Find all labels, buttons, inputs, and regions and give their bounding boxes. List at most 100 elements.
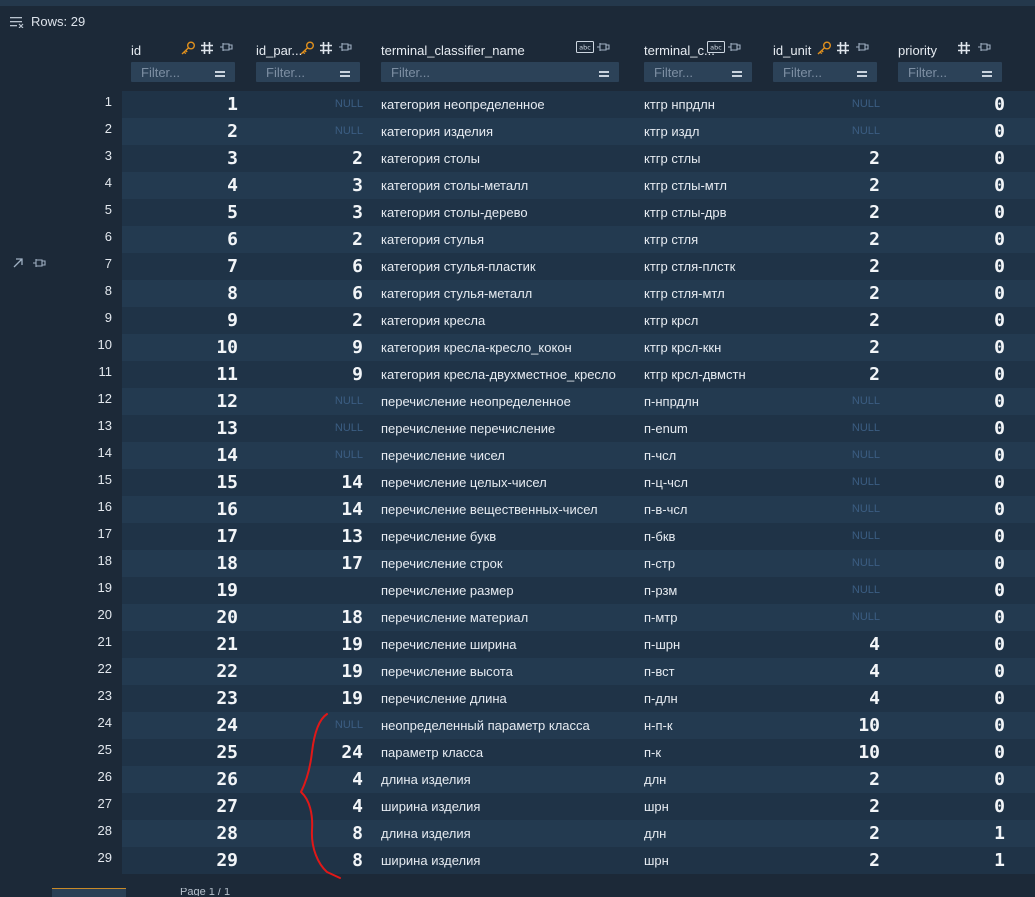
cell-id_parent[interactable]: 6 (247, 280, 363, 307)
column-header-priority[interactable]: priority Filter... (889, 36, 1013, 90)
cell-id_parent[interactable]: 2 (247, 307, 363, 334)
key-icon[interactable] (816, 41, 832, 57)
table-row[interactable]: 12 NULL перечисление неопределенное п-нпрдл… (122, 388, 1035, 415)
table-row[interactable]: 17 13 перечисление букв п-бкв NULL 0 (122, 523, 1035, 550)
row-number[interactable]: 2 (0, 121, 112, 136)
table-row[interactable]: 1 NULL категория неопределенное ктгр нпрдлн… (122, 91, 1035, 118)
cell-id_parent[interactable]: 3 (247, 199, 363, 226)
cell-priority[interactable]: 0 (889, 226, 1005, 253)
cell-priority[interactable]: 0 (889, 415, 1005, 442)
cell-id[interactable]: 23 (122, 685, 238, 712)
cell-id_unit[interactable]: 2 (764, 334, 880, 361)
row-number[interactable]: 1 (0, 94, 112, 109)
table-row[interactable]: 3 2 категория столы ктгр стлы 2 0 (122, 145, 1035, 172)
table-row[interactable]: 16 14 перечисление вещественных-чисел п-в-ч… (122, 496, 1035, 523)
cell-id_unit[interactable]: 2 (764, 361, 880, 388)
cell-id[interactable]: 21 (122, 631, 238, 658)
cell-id[interactable]: 29 (122, 847, 238, 874)
cell-priority[interactable]: 0 (889, 631, 1005, 658)
cell-id_parent[interactable]: NULL (247, 118, 363, 145)
cell-code[interactable]: ктгр стля (644, 226, 762, 253)
row-number[interactable]: 17 (0, 526, 112, 541)
cell-code[interactable]: шрн (644, 793, 762, 820)
cell-priority[interactable]: 1 (889, 820, 1005, 847)
cell-id_parent[interactable]: 13 (247, 523, 363, 550)
cell-id_unit[interactable]: NULL (764, 496, 880, 523)
pin-icon[interactable] (855, 41, 869, 57)
cell-id[interactable]: 28 (122, 820, 238, 847)
cell-id[interactable]: 2 (122, 118, 238, 145)
row-number[interactable]: 11 (0, 364, 113, 379)
cell-id_unit[interactable]: NULL (764, 523, 880, 550)
table-row[interactable]: 7 6 категория стулья-пластик ктгр стля-плст… (122, 253, 1035, 280)
column-header-id[interactable]: id Filter... (122, 36, 246, 90)
cell-code[interactable]: ктгр крсл (644, 307, 762, 334)
cell-id_unit[interactable]: NULL (764, 415, 880, 442)
table-row[interactable]: 5 3 категория столы-дерево ктгр стлы-дрв 2 0 (122, 199, 1035, 226)
column-title[interactable]: id_par... (256, 43, 302, 58)
row-number[interactable]: 19 (0, 580, 112, 595)
cell-id_parent[interactable]: NULL (247, 442, 363, 469)
filter-input-id_unit[interactable]: Filter... (773, 62, 877, 82)
row-number[interactable]: 3 (0, 148, 112, 163)
row-number[interactable]: 16 (0, 499, 112, 514)
table-row[interactable]: 15 14 перечисление целых-чисел п-ц-чсл NULL 0 (122, 469, 1035, 496)
cell-id_parent[interactable]: 3 (247, 172, 363, 199)
row-number[interactable]: 8 (0, 283, 112, 298)
row-number[interactable]: 18 (0, 553, 112, 568)
cell-priority[interactable]: 0 (889, 253, 1005, 280)
column-header-id_parent[interactable]: id_par... Filter... (247, 36, 371, 90)
hash-icon[interactable] (319, 41, 333, 57)
cell-name[interactable]: категория стулья-пластик (381, 253, 633, 280)
cell-id_parent[interactable]: NULL (247, 712, 363, 739)
cell-id_parent[interactable]: 14 (247, 469, 363, 496)
table-row[interactable]: 28 8 длина изделия длн 2 1 (122, 820, 1035, 847)
cell-name[interactable]: длина изделия (381, 820, 633, 847)
row-number[interactable]: 4 (0, 175, 112, 190)
filter-menu-icon[interactable] (857, 71, 867, 77)
cell-id_parent[interactable]: 4 (247, 766, 363, 793)
cell-id[interactable]: 5 (122, 199, 238, 226)
table-row[interactable]: 22 19 перечисление высота п-вст 4 0 (122, 658, 1035, 685)
filter-input-id_parent[interactable]: Filter... (256, 62, 360, 82)
table-row[interactable]: 29 8 ширина изделия шрн 2 1 (122, 847, 1035, 874)
row-number[interactable]: 9 (0, 310, 112, 325)
cell-code[interactable]: п-длн (644, 685, 762, 712)
table-row[interactable]: 8 6 категория стулья-металл ктгр стля-мтл 2 0 (122, 280, 1035, 307)
cell-code[interactable]: п-шрн (644, 631, 762, 658)
cell-id[interactable]: 26 (122, 766, 238, 793)
cell-name[interactable]: перечисление вещественных-чисел (381, 496, 633, 523)
cell-id[interactable]: 9 (122, 307, 238, 334)
cell-id_parent[interactable]: 9 (247, 361, 363, 388)
row-number[interactable]: 14 (0, 445, 112, 460)
cell-name[interactable]: перечисление неопределенное (381, 388, 633, 415)
cell-id[interactable]: 6 (122, 226, 238, 253)
filter-input-code[interactable]: Filter... (644, 62, 752, 82)
cell-id[interactable]: 24 (122, 712, 238, 739)
cell-priority[interactable]: 0 (889, 334, 1005, 361)
cell-name[interactable]: категория столы (381, 145, 633, 172)
cell-id_unit[interactable]: 2 (764, 199, 880, 226)
cell-id_parent[interactable]: 19 (247, 658, 363, 685)
table-row[interactable]: 25 24 параметр класса п-к 10 0 (122, 739, 1035, 766)
cell-name[interactable]: перечисление высота (381, 658, 633, 685)
cell-id_unit[interactable]: 10 (764, 739, 880, 766)
cell-id[interactable]: 10 (122, 334, 238, 361)
cell-id[interactable]: 17 (122, 523, 238, 550)
cell-id[interactable]: 15 (122, 469, 238, 496)
cell-code[interactable]: н-п-к (644, 712, 762, 739)
cell-code[interactable]: п-в-чсл (644, 496, 762, 523)
table-row[interactable]: 26 4 длина изделия длн 2 0 (122, 766, 1035, 793)
cell-name[interactable]: категория кресла (381, 307, 633, 334)
cell-id_parent[interactable]: 17 (247, 550, 363, 577)
cell-id_parent[interactable]: 19 (247, 631, 363, 658)
key-icon[interactable] (180, 41, 196, 57)
cell-code[interactable]: длн (644, 820, 762, 847)
cell-name[interactable]: категория кресла-кресло_кокон (381, 334, 633, 361)
cell-id[interactable]: 3 (122, 145, 238, 172)
table-row[interactable]: 4 3 категория столы-металл ктгр стлы-мтл 2 0 (122, 172, 1035, 199)
row-number[interactable]: 22 (0, 661, 112, 676)
cell-id[interactable]: 25 (122, 739, 238, 766)
column-title[interactable]: id_unit (773, 43, 811, 58)
cell-id_unit[interactable]: 2 (764, 793, 880, 820)
